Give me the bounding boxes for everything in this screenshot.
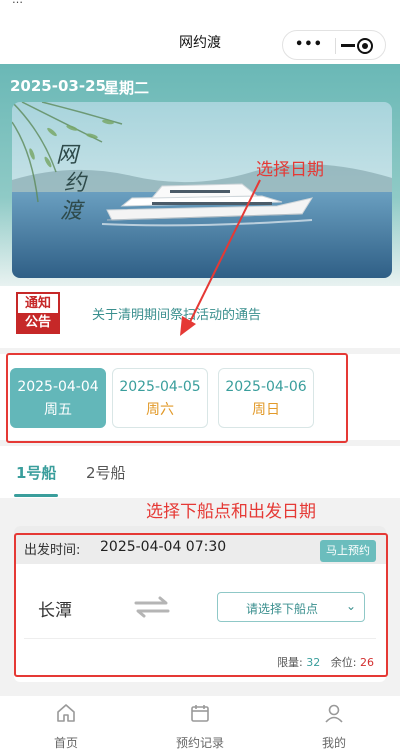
minus-icon[interactable] [341, 44, 355, 47]
target-icon[interactable] [357, 38, 373, 54]
nav-records[interactable]: 预约记录 [160, 702, 240, 751]
tab-active-underline [14, 494, 58, 497]
calligraphy-char: 约 [64, 171, 88, 196]
current-weekday: 星期二 [104, 79, 150, 97]
notice-badge-bottom: 公告 [18, 313, 58, 332]
notice-badge: 通知 公告 [16, 292, 60, 334]
home-icon [57, 704, 75, 722]
more-dots-icon[interactable]: ••• [295, 37, 323, 52]
status-bar: … [0, 0, 400, 10]
mini-program-capsule: ••• [282, 30, 386, 60]
navbar: 网约渡 ••• [0, 10, 400, 64]
nav-home[interactable]: 首页 [26, 702, 106, 751]
annotation-select-date: 选择日期 [256, 160, 324, 180]
notice-badge-top: 通知 [18, 294, 58, 313]
annotation-box-dates [6, 353, 348, 443]
calligraphy-char: 网 [56, 143, 81, 168]
annotation-arrow [180, 179, 261, 336]
bottom-nav: 首页 预约记录 我的 [0, 696, 400, 756]
tab-boat-1[interactable]: 1号船 [16, 462, 56, 483]
tab-boat-2[interactable]: 2号船 [86, 462, 126, 483]
calligraphy-char: 渡 [60, 199, 85, 224]
nav-profile-label: 我的 [321, 736, 346, 750]
user-icon [325, 704, 343, 723]
nav-records-label: 预约记录 [175, 736, 224, 750]
current-date: 2025-03-25 [10, 77, 106, 95]
capsule-divider [335, 38, 336, 54]
nav-profile[interactable]: 我的 [294, 702, 374, 751]
status-text: … [12, 0, 23, 6]
annotation-box-trip [14, 533, 388, 677]
boat-tabs: 1号船 2号船 [0, 446, 400, 498]
nav-home-label: 首页 [53, 736, 78, 750]
calendar-icon [191, 705, 209, 722]
annotation-select-stop: 选择下船点和出发日期 [146, 502, 316, 522]
